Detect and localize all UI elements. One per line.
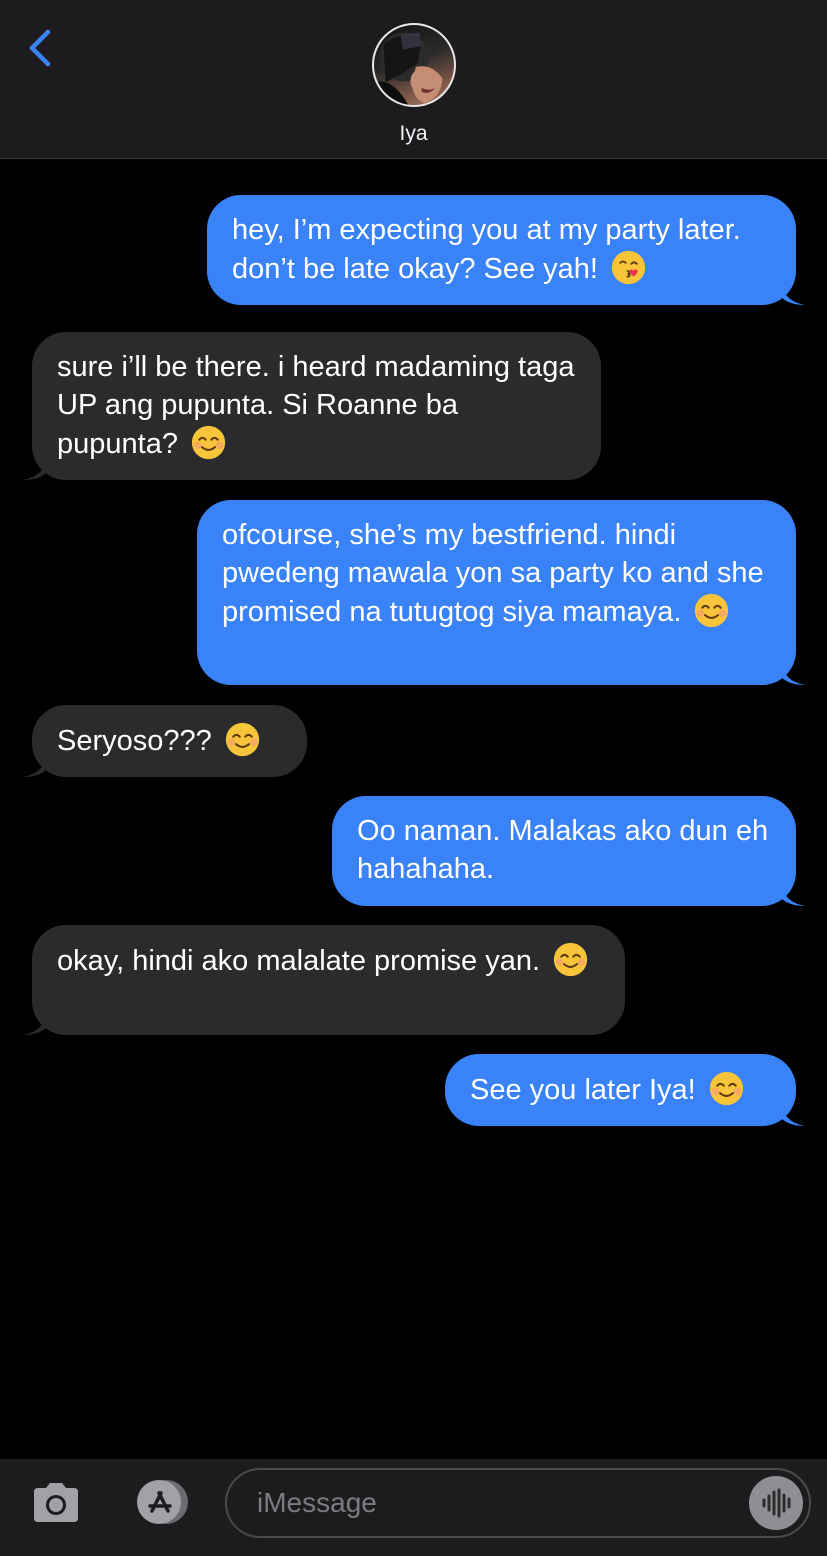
message-text: okay, hindi ako malalate promise yan. — [57, 945, 541, 977]
message-text: Seryoso??? — [57, 725, 212, 757]
incoming-message[interactable]: Seryoso??? — [23, 705, 307, 777]
camera-icon — [34, 1483, 78, 1522]
bubble-tail — [23, 753, 47, 777]
back-button[interactable] — [22, 26, 58, 70]
bubble-tail — [781, 1102, 805, 1126]
contact-avatar[interactable] — [372, 23, 456, 107]
camera-button[interactable] — [30, 1480, 82, 1524]
smiling-face-emoji-icon — [709, 1071, 743, 1106]
message-input-placeholder: iMessage — [257, 1487, 377, 1518]
message-text: sure i’ll be there. i heard madaming tag… — [57, 351, 575, 460]
outgoing-message[interactable]: Oo naman. Malakas ako dun eh hahahaha. — [332, 796, 805, 906]
conversation-header: Iya — [0, 0, 827, 159]
outgoing-message[interactable]: hey, I’m expecting you at my party later… — [207, 195, 805, 305]
bubble-tail — [781, 661, 805, 685]
message-text: See you later Iya! — [470, 1074, 696, 1106]
incoming-message[interactable]: okay, hindi ako malalate promise yan. — [23, 925, 625, 1035]
outgoing-message[interactable]: ofcourse, she’s my bestfriend. hindi pwe… — [197, 500, 805, 685]
contact-name[interactable]: Iya — [0, 122, 827, 146]
smiling-face-emoji-icon — [553, 942, 588, 977]
message-thread[interactable]: hey, I’m expecting you at my party later… — [0, 159, 827, 1459]
smiling-face-emoji-icon — [191, 425, 226, 460]
bubble-tail — [781, 882, 805, 906]
app-store-icon — [137, 1480, 188, 1524]
incoming-message[interactable]: sure i’ll be there. i heard madaming tag… — [23, 332, 601, 480]
avatar-photo — [374, 32, 443, 105]
message-input[interactable]: iMessage — [225, 1468, 811, 1538]
chevron-left-icon — [29, 29, 51, 67]
app-store-button[interactable] — [126, 1478, 192, 1526]
message-text: ofcourse, she’s my bestfriend. hindi pwe… — [222, 519, 764, 628]
message-text: hey, I’m expecting you at my party later… — [232, 214, 741, 285]
audio-waveform-icon — [762, 1488, 791, 1518]
kissing-face-emoji-icon — [611, 250, 646, 285]
smiling-face-emoji-icon — [695, 593, 729, 628]
audio-message-button[interactable] — [749, 1476, 803, 1530]
smiling-face-emoji-icon — [225, 722, 259, 757]
outgoing-message[interactable]: See you later Iya! — [445, 1054, 805, 1126]
message-text: Oo naman. Malakas ako dun eh hahahaha. — [357, 815, 769, 885]
bubble-tail — [23, 456, 47, 480]
bubble-tail — [781, 281, 805, 305]
bubble-tail — [23, 1011, 47, 1035]
